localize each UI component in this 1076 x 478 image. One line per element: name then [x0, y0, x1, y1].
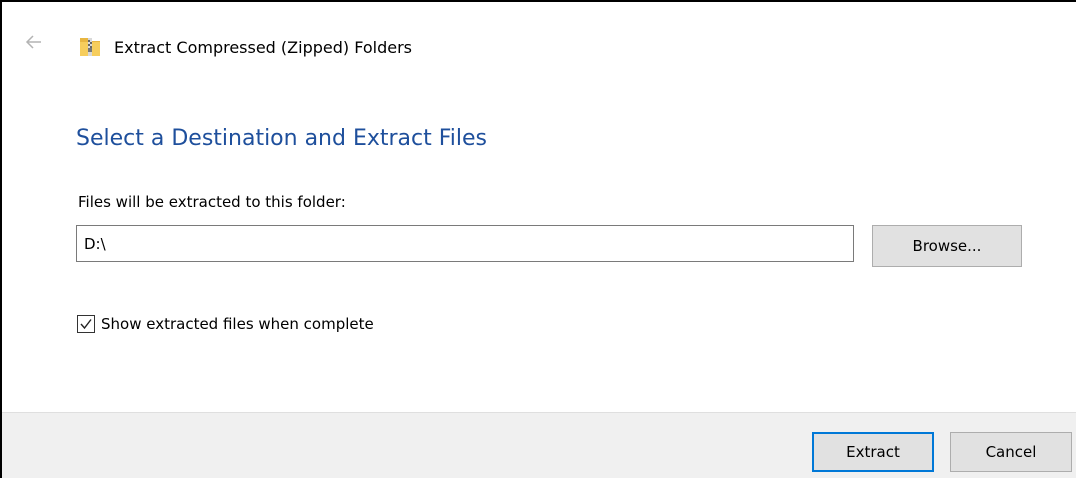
cancel-button[interactable]: Cancel: [950, 432, 1072, 472]
zip-folder-icon: [78, 35, 102, 59]
checkmark-icon: [80, 319, 92, 330]
page-title: Select a Destination and Extract Files: [76, 126, 488, 151]
browse-button[interactable]: Browse...: [872, 225, 1022, 267]
destination-label: Files will be extracted to this folder:: [78, 193, 346, 211]
extract-dialog: Extract Compressed (Zipped) Folders Sele…: [0, 0, 1076, 478]
extract-button[interactable]: Extract: [812, 432, 934, 472]
show-files-label: Show extracted files when complete: [101, 315, 374, 333]
destination-path-input[interactable]: [76, 225, 854, 262]
show-files-option[interactable]: Show extracted files when complete: [77, 312, 374, 336]
dialog-footer: Extract Cancel: [2, 412, 1076, 478]
show-files-checkbox[interactable]: [77, 315, 95, 333]
back-arrow-icon[interactable]: [24, 32, 44, 52]
window-title: Extract Compressed (Zipped) Folders: [114, 38, 412, 57]
